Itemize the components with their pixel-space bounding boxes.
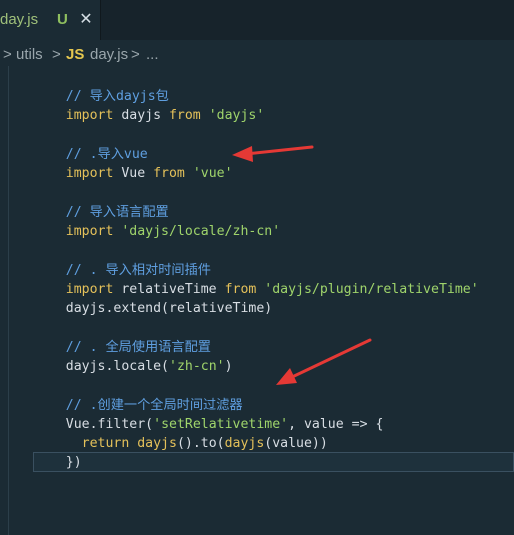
punctuation: ) bbox=[264, 301, 273, 316]
keyword: import bbox=[65, 108, 114, 123]
code-line-11: import relativeTime from 'dayjs/plugin/r… bbox=[34, 261, 479, 297]
string-literal: 'dayjs' bbox=[200, 108, 265, 123]
code-line-12: dayjs.extend(relativeTime) bbox=[34, 280, 272, 316]
tab-bar: day.js U ✕ bbox=[0, 0, 514, 40]
breadcrumb-file[interactable]: day.js bbox=[90, 46, 128, 63]
keyword: from bbox=[153, 166, 185, 181]
untracked-badge: U bbox=[57, 11, 68, 28]
punctuation: (value)) bbox=[264, 436, 328, 451]
code-line-15: dayjs.locale('zh-cn') bbox=[34, 338, 233, 374]
tab-day-js[interactable]: day.js U ✕ bbox=[0, 0, 101, 40]
keyword: import bbox=[65, 224, 114, 239]
chevron-right-icon: > bbox=[131, 46, 140, 63]
function-call: dayjs bbox=[137, 436, 177, 451]
chevron-right-icon: > bbox=[3, 46, 12, 63]
punctuation: ) bbox=[224, 359, 233, 374]
identifier: dayjs bbox=[65, 359, 106, 374]
code-line-2: import dayjs from 'dayjs' bbox=[34, 87, 265, 123]
code-line-20: }) bbox=[34, 434, 82, 470]
punctuation: }) bbox=[65, 455, 82, 470]
string-literal: 'zh-cn' bbox=[169, 359, 225, 374]
code-line-5: import Vue from 'vue' bbox=[34, 145, 233, 181]
code-line-1: // 导入dayjs包 bbox=[34, 68, 169, 104]
code-line-18: Vue.filter('setRelativetime', value => { bbox=[34, 396, 384, 432]
keyword: import bbox=[65, 166, 114, 181]
identifier: relativeTime bbox=[169, 301, 265, 316]
close-icon[interactable]: ✕ bbox=[77, 9, 95, 29]
tab-title: day.js bbox=[0, 11, 39, 28]
code-line-7: // 导入语言配置 bbox=[34, 184, 169, 220]
code-line-14: // . 全局使用语言配置 bbox=[34, 319, 211, 355]
identifier: dayjs bbox=[65, 301, 106, 316]
chevron-right-icon: > bbox=[52, 46, 61, 63]
identifier: Vue bbox=[113, 166, 154, 181]
current-line-highlight bbox=[33, 452, 514, 472]
code-line-19: return dayjs().to(dayjs(value)) bbox=[34, 415, 328, 451]
indent-guide bbox=[8, 66, 9, 535]
code-line-10: // . 导入相对时间插件 bbox=[34, 242, 211, 278]
function-call: dayjs bbox=[224, 436, 265, 451]
keyword: from bbox=[168, 108, 201, 123]
code-line-4: // .导入vue bbox=[34, 126, 148, 162]
code-line-17: // .创建一个全局时间过滤器 bbox=[34, 377, 243, 413]
string-literal: 'dayjs/locale/zh-cn' bbox=[113, 224, 281, 239]
string-literal: 'dayjs/plugin/relativeTime' bbox=[256, 282, 479, 297]
string-literal: 'vue' bbox=[184, 166, 233, 181]
breadcrumb-symbols[interactable]: ... bbox=[146, 46, 159, 63]
breadcrumb: > utils > JS day.js > ... bbox=[0, 44, 514, 68]
js-file-icon: JS bbox=[66, 46, 85, 63]
method-call: .extend( bbox=[105, 301, 169, 316]
breadcrumb-folder[interactable]: utils bbox=[16, 46, 43, 63]
method-call: ().to( bbox=[176, 436, 225, 451]
identifier: dayjs bbox=[113, 108, 169, 123]
code-editor[interactable]: // 导入dayjs包 import dayjs from 'dayjs' //… bbox=[0, 66, 514, 535]
code-line-8: import 'dayjs/locale/zh-cn' bbox=[34, 203, 280, 239]
method-call: .locale( bbox=[105, 359, 169, 374]
